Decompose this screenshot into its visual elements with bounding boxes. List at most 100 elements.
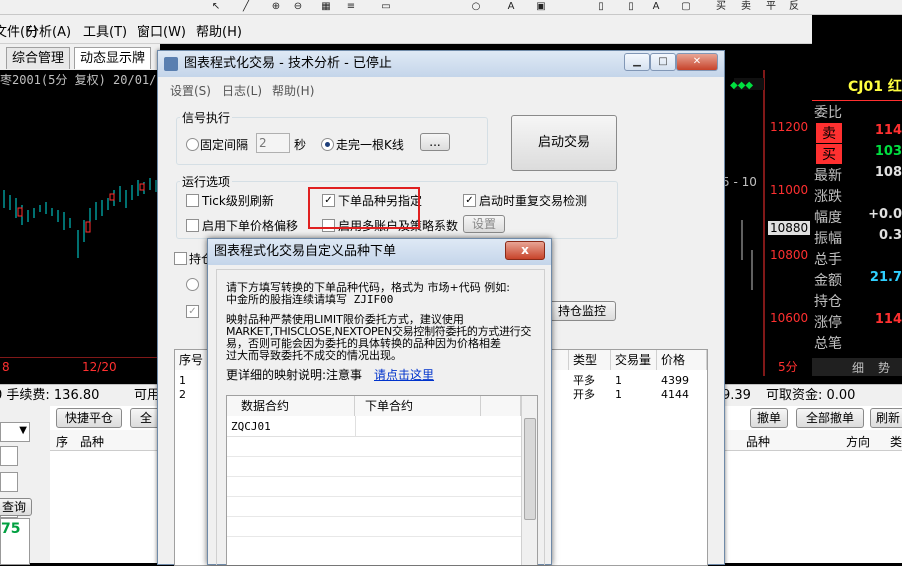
- tick-refresh-checkbox[interactable]: [186, 194, 199, 207]
- col-type: 类: [890, 435, 902, 449]
- sub-dialog-title: 图表程式化交易自定义品种下单: [214, 244, 397, 259]
- mapping-table: 数据合约 下单合约 ZQCJ01: [226, 395, 538, 565]
- scrollbar-thumb[interactable]: [524, 418, 536, 520]
- lock-icon[interactable]: ▣: [535, 1, 547, 12]
- price-offset-checkbox[interactable]: [186, 219, 199, 232]
- reverse-icon[interactable]: 反: [788, 1, 800, 12]
- mapping-row-empty[interactable]: [227, 516, 521, 537]
- bottom-left-controls: ▼ 查询 75: [0, 406, 56, 565]
- fixed-interval-radio[interactable]: [186, 138, 199, 151]
- start-trading-button[interactable]: 启动交易: [511, 115, 617, 171]
- zoom-in-icon[interactable]: ⊕: [270, 1, 282, 12]
- close-pos-icon[interactable]: 平: [765, 1, 777, 12]
- dialog-menu: 设置(S) 日志(L) 帮助(H): [158, 77, 724, 99]
- hold-checkbox[interactable]: [174, 252, 187, 265]
- interval-input[interactable]: 2: [256, 133, 290, 153]
- fixed-interval-label: 固定间隔: [200, 138, 249, 152]
- mapping-row-empty[interactable]: [227, 476, 521, 497]
- text-icon[interactable]: A: [505, 1, 517, 12]
- format-icon[interactable]: ▢: [680, 1, 692, 12]
- tab-general[interactable]: 综合管理: [6, 47, 71, 69]
- quote-label: 总手: [814, 252, 842, 268]
- chart-symbol-info: 枣2001(5分 复权) 20/01/: [0, 73, 157, 87]
- menu-settings[interactable]: 设置(S): [170, 82, 211, 99]
- tab-trend[interactable]: 势: [878, 359, 890, 376]
- kline-options-button[interactable]: ...: [420, 133, 450, 151]
- col-data-contract: 数据合约: [227, 396, 355, 416]
- quote-label: 幅度: [814, 210, 842, 226]
- quick-close-button[interactable]: 快捷平仓: [56, 408, 122, 428]
- dialog-titlebar[interactable]: 图表程式化交易 - 技术分析 - 已停止 ▁ □ ✕: [158, 51, 724, 77]
- quote-value: 21.7: [869, 270, 902, 285]
- zoom-out-icon[interactable]: ⊖: [292, 1, 304, 12]
- quote-value: 114: [874, 123, 902, 138]
- doc-icon[interactable]: ▯: [625, 1, 637, 12]
- hold-monitor-button[interactable]: 持仓监控: [548, 301, 616, 321]
- kline-candles: [3, 178, 157, 258]
- menu-help[interactable]: 帮助(H): [196, 21, 242, 40]
- app-icon: [164, 57, 178, 71]
- align-icon[interactable]: ≡: [345, 1, 357, 12]
- startup-recheck-label: 启动时重复交易检测: [479, 194, 588, 208]
- close-icon[interactable]: x: [505, 241, 545, 260]
- left-kline-chart[interactable]: [0, 90, 160, 359]
- maximize-button[interactable]: □: [650, 53, 676, 71]
- detail-link[interactable]: 请点击这里: [374, 369, 434, 381]
- menu-window[interactable]: 窗口(W): [137, 21, 186, 40]
- cancel-all-button[interactable]: 全部撤单: [796, 408, 864, 428]
- quote-label: 总笔: [814, 336, 842, 352]
- menu-analysis[interactable]: 分析(A): [26, 21, 71, 40]
- dropdown[interactable]: ▼: [0, 422, 30, 442]
- scrollbar[interactable]: [521, 396, 537, 565]
- startup-recheck-checkbox[interactable]: ✓: [463, 194, 476, 207]
- menu-log[interactable]: 日志(L): [222, 82, 262, 99]
- circle-icon[interactable]: ○: [470, 1, 482, 12]
- mapping-row-empty[interactable]: [227, 436, 521, 457]
- hold-sub-checkbox[interactable]: ✓: [186, 305, 199, 318]
- kline-up-candles: [17, 183, 145, 233]
- cancel-order-button[interactable]: 撤单: [750, 408, 788, 428]
- settings-button[interactable]: 设置: [463, 215, 505, 233]
- tab-detail[interactable]: 细: [852, 359, 864, 376]
- sub-dialog-titlebar[interactable]: 图表程式化交易自定义品种下单 x: [208, 239, 551, 265]
- file-icon[interactable]: ▯: [595, 1, 607, 12]
- price-level-4: 10600: [770, 311, 809, 325]
- mapping-row-empty[interactable]: [227, 496, 521, 517]
- date-right: 12/20: [82, 360, 117, 374]
- buy-icon[interactable]: 买: [715, 1, 727, 12]
- query-button[interactable]: 查询: [0, 498, 32, 516]
- status-right-value: 9.39: [722, 388, 751, 403]
- sell-icon[interactable]: 卖: [740, 1, 752, 12]
- tab-dynamic-board[interactable]: 动态显示牌: [74, 47, 152, 69]
- cell-data-contract[interactable]: ZQCJ01: [231, 420, 271, 433]
- stepper-2[interactable]: [0, 472, 18, 492]
- color-icon[interactable]: A: [650, 1, 662, 12]
- quote-symbol: CJ01 红: [848, 79, 902, 95]
- close-button[interactable]: ✕: [676, 53, 718, 71]
- diamond-icon: ◆◆◆: [730, 80, 753, 91]
- tab-bar: 综合管理 动态显示牌: [0, 44, 160, 70]
- chart-tool-icon[interactable]: ▦: [320, 1, 332, 12]
- right-kline-chart[interactable]: ◆◆◆ 5 - 10 11200 11000 10880 10800 10600…: [720, 70, 812, 376]
- cursor-icon[interactable]: ↖: [210, 1, 222, 12]
- minimize-button[interactable]: ▁: [624, 53, 650, 71]
- line-tool-icon[interactable]: ╱: [240, 1, 252, 12]
- after-kline-radio[interactable]: [321, 138, 334, 151]
- hold-radio[interactable]: [186, 278, 199, 291]
- refresh-button[interactable]: 刷新: [870, 408, 902, 428]
- col-price: 价格: [657, 350, 707, 370]
- warning-line-4: 过大而导致委托不成交的情况出现。: [226, 349, 402, 362]
- trade-cell-price: 4144: [661, 388, 689, 401]
- menu-help-dialog[interactable]: 帮助(H): [272, 82, 314, 99]
- mapping-row-empty[interactable]: [227, 456, 521, 477]
- quote-label: 买: [816, 144, 842, 164]
- tool-icon[interactable]: ▭: [380, 1, 392, 12]
- mapping-row[interactable]: ZQCJ01: [227, 416, 521, 437]
- stepper-1[interactable]: [0, 446, 18, 466]
- col-direction: 方向: [846, 435, 871, 449]
- col-seq: 序号: [175, 350, 209, 370]
- menu-tools[interactable]: 工具(T): [83, 21, 127, 40]
- trade-cell-type: 开多: [573, 388, 595, 401]
- highlight-box: [308, 187, 420, 229]
- trade-cell-qty: 1: [615, 374, 622, 387]
